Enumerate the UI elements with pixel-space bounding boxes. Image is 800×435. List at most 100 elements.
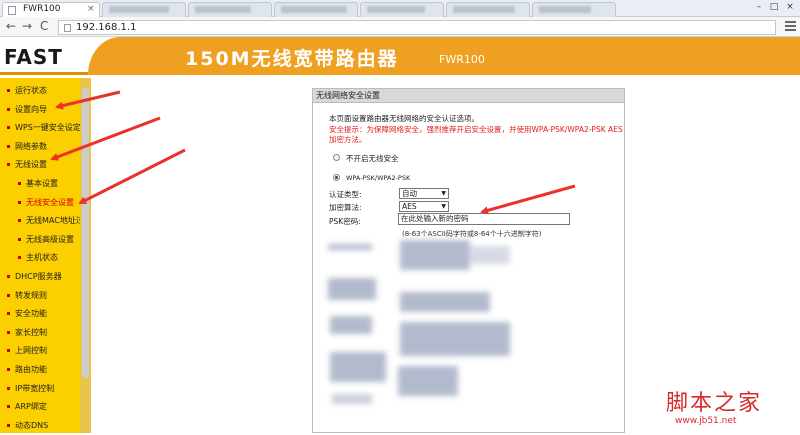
browser-toolbar: ← → C 192.168.1.1 — [0, 17, 800, 37]
sidebar-item-label: 网络参数 — [15, 141, 47, 151]
radio-wpa-psk[interactable] — [333, 174, 340, 181]
sidebar-item-label: 运行状态 — [15, 86, 47, 95]
sidebar-item-label: DHCP服务器 — [15, 272, 62, 281]
product-title: 150M无线宽带路由器 — [185, 48, 399, 70]
tab-title: FWR100 — [23, 4, 61, 14]
sidebar-item[interactable]: ARP绑定 — [0, 398, 80, 416]
sidebar-scroll-thumb[interactable] — [82, 88, 89, 378]
sidebar-item[interactable]: 无线高级设置 — [0, 231, 80, 249]
auth-type-select[interactable]: 自动 ▼ — [399, 188, 449, 199]
auth-type-value: 自动 — [402, 189, 417, 198]
bullet-icon — [7, 368, 10, 371]
bullet-icon — [18, 219, 21, 223]
bullet-icon — [7, 89, 10, 92]
address-url[interactable]: 192.168.1.1 — [76, 22, 136, 33]
sidebar-item[interactable]: 家长控制 — [0, 324, 80, 342]
blurred-content — [398, 366, 458, 396]
panel-title: 无线网络安全设置 — [313, 89, 624, 103]
router-header: FAST 150M无线宽带路由器 FWR100 — [0, 37, 800, 75]
tab-fwr100[interactable]: FWR100 × — [2, 2, 100, 17]
sidebar-item-label: 主机状态 — [26, 253, 58, 263]
sidebar-item[interactable]: 动态DNS — [0, 417, 80, 435]
blurred-label — [328, 278, 376, 300]
reload-icon[interactable]: C — [40, 19, 48, 33]
product-model: FWR100 — [439, 53, 485, 66]
minimize-button[interactable]: – — [752, 2, 766, 13]
bullet-icon — [7, 386, 10, 390]
bullet-icon — [7, 293, 10, 297]
bullet-icon — [7, 423, 10, 427]
sidebar-item[interactable]: 上网控制 — [0, 342, 80, 360]
watermark-site-url: www.jb51.net — [675, 416, 737, 426]
sidebar-item[interactable]: 转发规则 — [0, 287, 80, 305]
sidebar-item[interactable]: 网络参数 — [0, 138, 80, 156]
tab-close-icon[interactable]: × — [87, 4, 95, 14]
radio-disable-security[interactable] — [333, 154, 340, 161]
sidebar-item-label: 上网控制 — [15, 346, 47, 356]
tab-blurred[interactable] — [360, 2, 444, 17]
sidebar-item[interactable]: 运行状态 — [0, 82, 80, 100]
sidebar-item-label: WPS一键安全设定 — [15, 123, 81, 133]
sidebar-item-label: 无线高级设置 — [26, 234, 74, 244]
bullet-icon — [7, 405, 10, 409]
sidebar-item[interactable]: 路由功能 — [0, 361, 80, 379]
auth-type-label: 认证类型: — [329, 190, 362, 199]
bullet-icon — [7, 349, 10, 353]
bullet-icon — [7, 107, 10, 111]
blurred-content — [400, 292, 490, 312]
header-banner: 150M无线宽带路由器 FWR100 — [88, 37, 800, 75]
tab-blurred[interactable] — [274, 2, 358, 17]
fast-logo: FAST — [4, 45, 63, 69]
address-bar[interactable]: 192.168.1.1 — [58, 20, 776, 35]
option-wpa-psk-label: WPA-PSK/WPA2-PSK — [346, 174, 411, 182]
encryption-value: AES — [402, 202, 417, 211]
security-warning-line2: 加密方法。 — [329, 135, 367, 144]
bullet-icon — [7, 330, 10, 334]
sidebar-item[interactable]: DHCP服务器 — [0, 268, 80, 286]
sidebar-item[interactable]: 无线MAC地址过滤 — [0, 212, 92, 230]
maximize-button[interactable]: □ — [767, 2, 781, 13]
sidebar-item[interactable]: 无线设置 — [0, 156, 80, 174]
browser-tabstrip: FWR100 × – □ × — [0, 0, 800, 17]
option-disable-security-label: 不开启无线安全 — [346, 154, 399, 163]
close-window-button[interactable]: × — [783, 2, 797, 13]
tab-blurred[interactable] — [102, 2, 186, 17]
sidebar-item-label: IP带宽控制 — [15, 383, 55, 393]
panel-description: 本页面设置路由器无线网络的安全认证选项。 — [329, 114, 479, 123]
sidebar-item-label: 家长控制 — [15, 327, 47, 337]
forward-icon[interactable]: → — [22, 19, 32, 33]
sidebar-menu: 运行状态设置向导 WPS一键安全设定 网络参数无线设置基本设置无线安全设置无线MAC… — [0, 78, 92, 435]
sidebar-item[interactable]: WPS一键安全设定 — [0, 119, 81, 137]
bullet-icon — [7, 163, 10, 167]
sidebar-item[interactable]: 设置向导 — [0, 101, 80, 119]
sidebar-item-label: 安全功能 — [15, 309, 47, 319]
sidebar-item[interactable]: 安全功能 — [0, 305, 80, 323]
tab-blurred[interactable] — [532, 2, 616, 17]
sidebar-item[interactable]: 无线安全设置 — [0, 194, 80, 212]
psk-password-input[interactable]: 在此处输入新的密码 — [398, 213, 570, 225]
tab-blurred[interactable] — [446, 2, 530, 17]
sidebar-item[interactable]: 主机状态 — [0, 249, 80, 267]
sidebar-item-label: 设置向导 — [15, 104, 47, 114]
watermark-site-name: 脚本之家 — [666, 391, 763, 416]
logo-area: FAST — [0, 37, 88, 75]
sidebar-item-label: 无线设置 — [15, 160, 47, 170]
sidebar-item-label: 无线安全设置 — [26, 197, 74, 207]
back-icon[interactable]: ← — [6, 19, 16, 33]
blurred-label — [330, 316, 372, 334]
encryption-select[interactable]: AES ▼ — [399, 201, 449, 212]
menu-icon[interactable] — [785, 21, 796, 32]
page-icon — [64, 24, 71, 32]
psk-password-label: PSK密码: — [329, 217, 361, 226]
dropdown-arrow-icon: ▼ — [441, 190, 446, 197]
blurred-label — [330, 352, 386, 382]
sidebar-item[interactable]: 基本设置 — [0, 175, 80, 193]
bullet-icon — [18, 182, 21, 185]
sidebar-item[interactable]: IP带宽控制 — [0, 380, 80, 398]
security-warning-line1: 安全提示：为保障网络安全，强烈推荐开启安全设置，并使用WPA-PSK/WPA2-… — [329, 125, 623, 134]
page-icon — [8, 6, 16, 15]
sidebar-item-label: ARP绑定 — [15, 402, 47, 412]
bullet-icon — [7, 312, 10, 316]
tab-blurred[interactable] — [188, 2, 272, 17]
dropdown-arrow-icon: ▼ — [441, 203, 446, 210]
